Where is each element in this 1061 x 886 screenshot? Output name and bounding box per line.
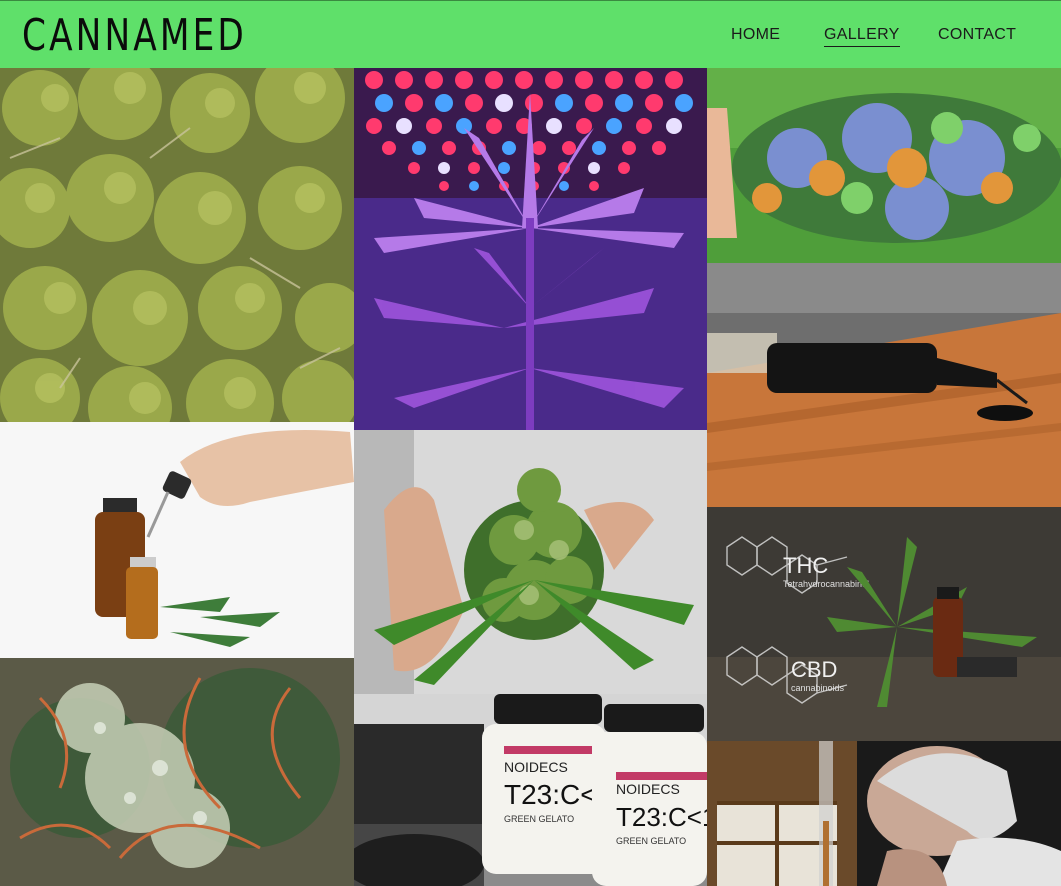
dried-buds-pile-photo[interactable] <box>0 68 354 422</box>
photo-gallery: NOIDECS T23:C<1 GREEN GELATO NOIDECS T23… <box>0 68 1061 886</box>
jar1-brand: NOIDECS <box>504 759 568 775</box>
jars-product-photo[interactable]: NOIDECS T23:C<1 GREEN GELATO NOIDECS T23… <box>354 694 707 886</box>
hand-holding-flowering-plant-photo[interactable] <box>354 430 707 694</box>
jar2-strain: GREEN GELATO <box>616 836 686 846</box>
dropper-oil-bottles-photo[interactable] <box>0 422 354 658</box>
jar2-brand: NOIDECS <box>616 781 680 797</box>
jar1-strain: GREEN GELATO <box>504 814 574 824</box>
nav-gallery-link[interactable]: GALLERY <box>824 25 900 47</box>
colorful-bud-closeup-photo[interactable] <box>707 68 1061 263</box>
oil-syringe-on-wood-photo[interactable] <box>707 263 1061 507</box>
man-inhaling-vapor-photo[interactable] <box>707 741 1061 886</box>
thc-label: THC <box>783 553 828 578</box>
led-grow-light-plant-photo[interactable] <box>354 68 707 430</box>
jar2-code: T23:C<1 <box>616 802 707 832</box>
cbd-sublabel: cannabinoids <box>791 683 845 693</box>
nav-home-link[interactable]: HOME <box>731 25 780 45</box>
nav-contact-link[interactable]: CONTACT <box>938 25 1016 45</box>
site-header: CANNAMED HOME GALLERY CONTACT <box>0 0 1061 68</box>
thc-sublabel: Tetrahydrocannabinol <box>783 579 869 589</box>
trichome-macro-photo[interactable] <box>0 658 354 886</box>
cbd-label: CBD <box>791 657 837 682</box>
site-logo[interactable]: CANNAMED <box>22 11 247 61</box>
thc-cbd-molecules-photo[interactable]: THC Tetrahydrocannabinol CBD cannabinoid… <box>707 507 1061 741</box>
